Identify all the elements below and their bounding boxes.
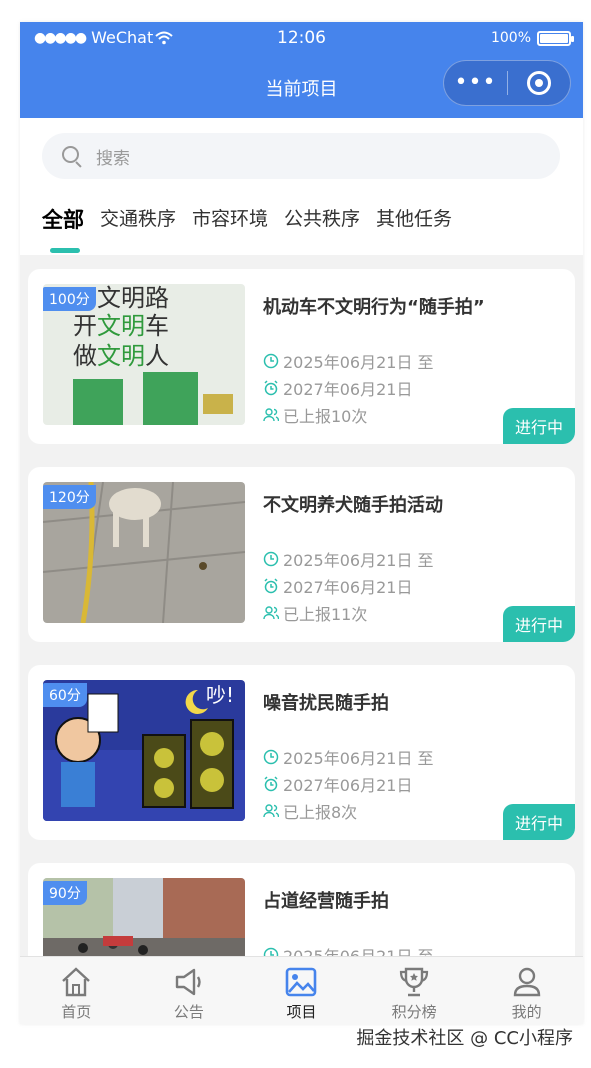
tab-all[interactable]: 全部: [42, 204, 84, 234]
user-icon: [513, 967, 540, 997]
alarm-clock-icon: [264, 380, 278, 396]
report-count-row: 已上报8次: [263, 799, 357, 823]
alarm-clock-icon: [264, 776, 278, 792]
svg-text:吵!: 吵!: [206, 683, 234, 707]
project-title: 机动车不文明行为“随手拍”: [263, 297, 485, 318]
start-date: 2025年06月21日 至: [283, 749, 434, 768]
tab-traffic[interactable]: 交通秩序: [100, 204, 176, 234]
status-badge: 进行中: [502, 606, 575, 642]
tabbar-projects-label: 项目: [286, 1003, 317, 1021]
tab-public-order[interactable]: 公共秩序: [284, 204, 360, 234]
tabbar-profile[interactable]: 我的: [470, 957, 583, 1024]
points-badge: 90分: [43, 881, 87, 905]
points-badge: 120分: [43, 485, 96, 509]
end-date-row: 2027年06月21日: [263, 376, 412, 400]
miniprogram-capsule: •••: [443, 60, 571, 106]
svg-text:做文明人: 做文明人: [73, 342, 169, 370]
category-tabs: 全部 交通秩序 市容环境 公共秩序 其他任务: [42, 204, 452, 234]
tabbar-home-label: 首页: [61, 1003, 92, 1021]
tabbar-profile-label: 我的: [511, 1003, 542, 1021]
svg-text:开文明车: 开文明车: [73, 312, 169, 340]
start-date-row: 2025年06月21日 至: [263, 349, 434, 373]
project-title: 不文明养犬随手拍活动: [263, 495, 443, 516]
tab-city-environment[interactable]: 市容环境: [192, 204, 268, 234]
phone-screen: ●●●●● WeChat 12:06 100% 当前项目 ••• 搜索 全部 交…: [20, 22, 583, 1024]
alarm-clock-icon: [264, 578, 278, 594]
end-date: 2027年06月21日: [283, 776, 413, 795]
header-panel: 搜索 全部 交通秩序 市容环境 公共秩序 其他任务: [20, 118, 583, 255]
clock-icon: [263, 353, 279, 369]
start-date: 2025年06月21日 至: [283, 551, 434, 570]
end-date-row: 2027年06月21日: [263, 772, 412, 796]
clock-icon: [263, 749, 279, 765]
tabbar-projects[interactable]: 项目: [245, 957, 358, 1024]
points-badge: 60分: [43, 683, 87, 707]
status-badge: 进行中: [502, 408, 575, 444]
tabbar-announcement-label: 公告: [173, 1003, 204, 1021]
users-icon: [263, 804, 279, 818]
tabbar-leaderboard[interactable]: 积分榜: [358, 957, 471, 1024]
end-date: 2027年06月21日: [283, 578, 413, 597]
project-card[interactable]: 120分 不文明养犬随手拍活动 2025年06月21日 至 2027年06月21…: [28, 467, 575, 642]
nav-bar: 当前项目 •••: [20, 56, 583, 118]
status-bar: ●●●●● WeChat 12:06 100%: [20, 22, 583, 56]
project-card[interactable]: 吵! 60分 噪音扰民随手拍 2025年06月21日 至 2027年06月21日…: [28, 665, 575, 840]
start-date: 2025年06月21日 至: [283, 353, 434, 372]
clock-icon: [263, 551, 279, 567]
report-count: 已上报10次: [283, 407, 368, 426]
close-miniprogram-button[interactable]: [508, 71, 570, 95]
project-title: 噪音扰民随手拍: [263, 693, 389, 714]
battery-percent: 100%: [490, 30, 531, 46]
trophy-icon: [399, 967, 429, 997]
status-badge: 进行中: [502, 804, 575, 840]
report-count: 已上报11次: [283, 605, 368, 624]
end-date-row: 2027年06月21日: [263, 574, 412, 598]
more-options-button[interactable]: •••: [444, 60, 507, 106]
tabbar-home[interactable]: 首页: [20, 957, 133, 1024]
users-icon: [263, 408, 279, 422]
image-icon: [286, 967, 317, 997]
project-title: 占道经营随手拍: [263, 891, 389, 912]
search-icon: [62, 146, 82, 168]
points-badge: 100分: [43, 287, 96, 311]
search-input[interactable]: 搜索: [42, 133, 560, 179]
start-date-row: 2025年06月21日 至: [263, 547, 434, 571]
active-tab-indicator: [50, 248, 80, 253]
target-icon: [526, 71, 551, 95]
start-date-row: 2025年06月21日 至: [263, 745, 434, 769]
search-placeholder: 搜索: [96, 148, 130, 169]
tabbar-leaderboard-label: 积分榜: [391, 1003, 437, 1021]
tabbar-announcement[interactable]: 公告: [133, 957, 246, 1024]
report-count-row: 已上报11次: [263, 601, 367, 625]
project-card[interactable]: 开文明路 开文明车 做文明人 100分 机动车不文明行为“随手拍” 2025年0…: [28, 269, 575, 444]
end-date: 2027年06月21日: [283, 380, 413, 399]
report-count-row: 已上报10次: [263, 403, 367, 427]
bottom-tab-bar: 首页 公告 项目 积分榜 我的: [20, 956, 583, 1024]
battery-icon: [537, 30, 574, 46]
tab-other-tasks[interactable]: 其他任务: [376, 204, 452, 234]
footer-credit: 掘金技术社区 @ CC小程序: [356, 1028, 573, 1049]
users-icon: [263, 606, 279, 620]
report-count: 已上报8次: [283, 803, 358, 822]
megaphone-icon: [175, 968, 201, 996]
home-icon: [62, 967, 91, 997]
